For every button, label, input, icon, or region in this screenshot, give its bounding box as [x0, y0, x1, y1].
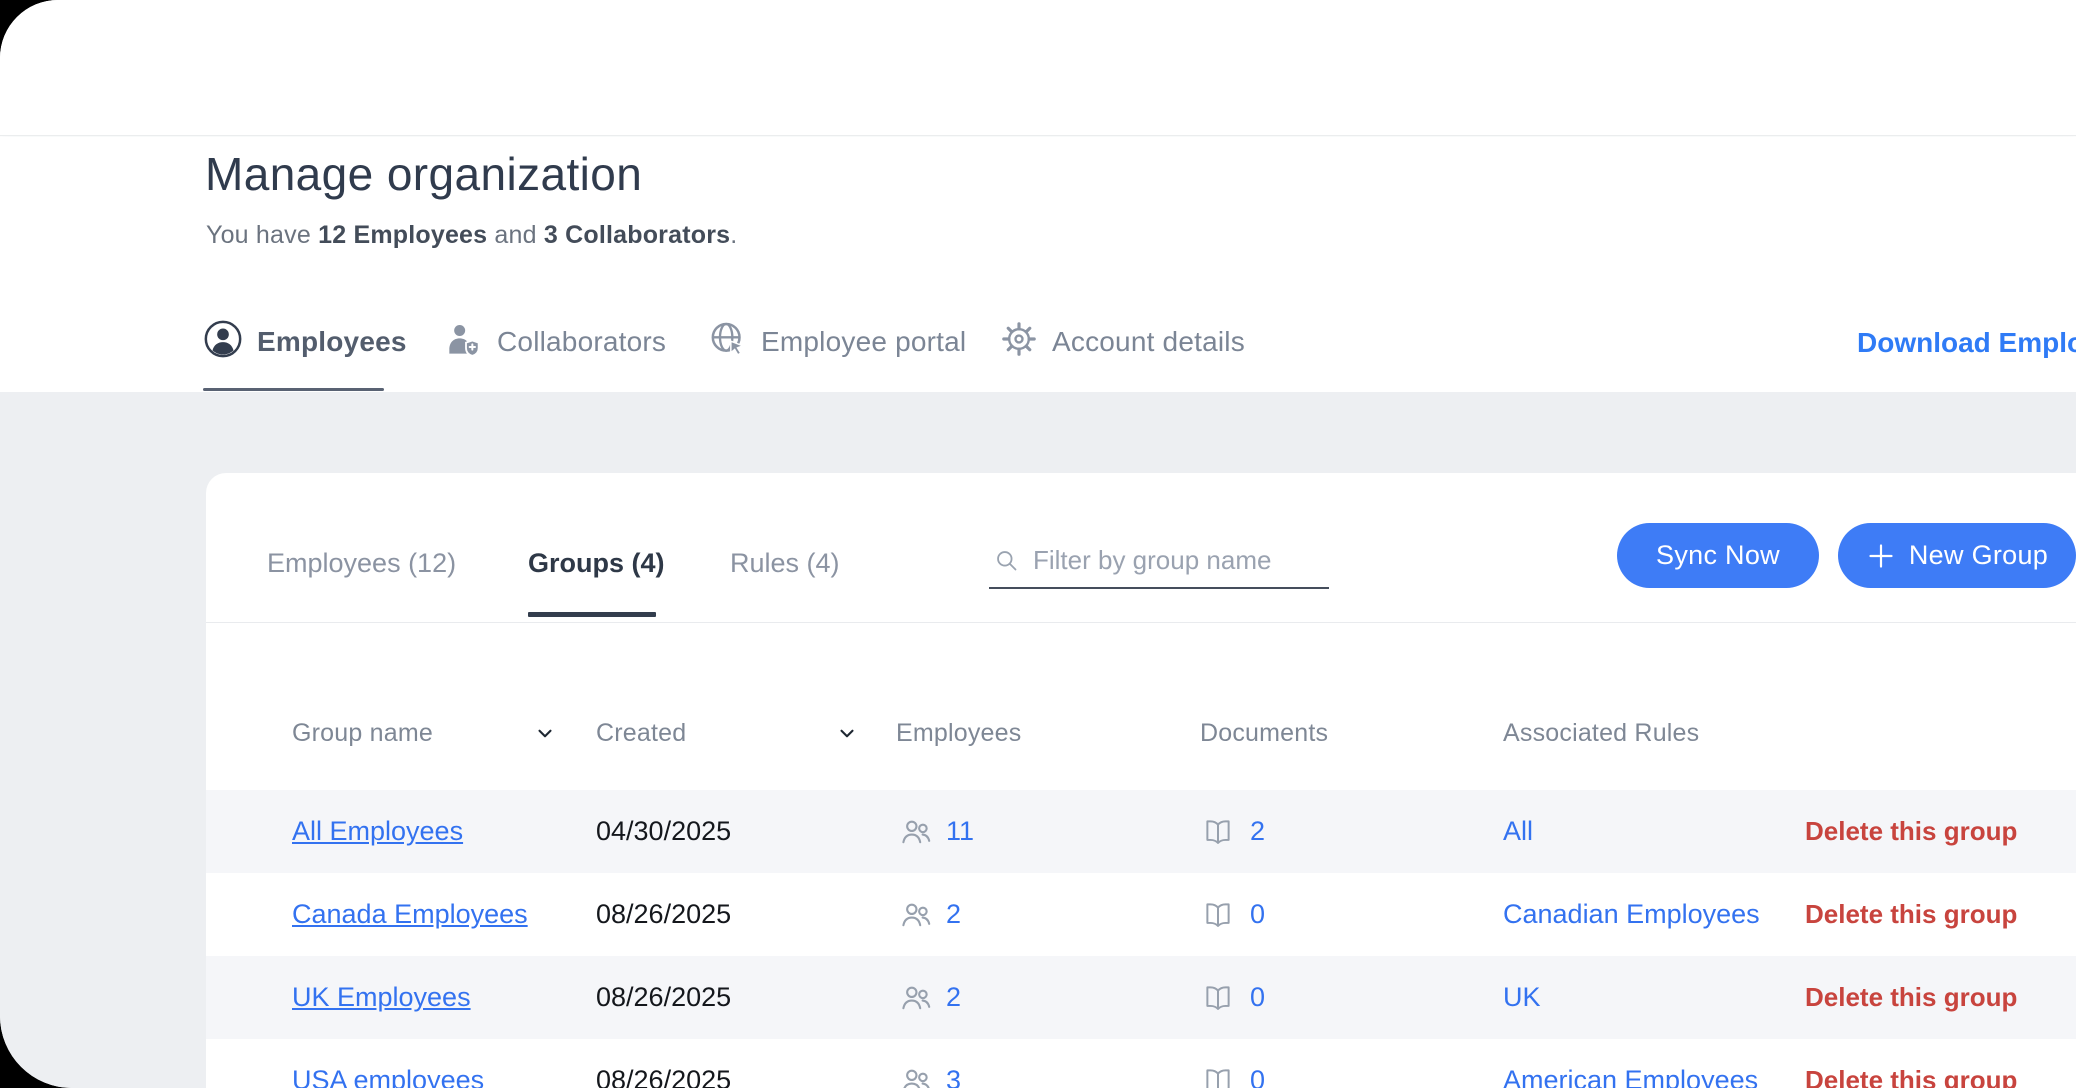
open-book-icon [1201, 956, 1235, 1039]
people-icon [898, 790, 934, 873]
delete-group-button[interactable]: Delete this group [1805, 790, 2017, 873]
plus-icon [1866, 541, 1896, 571]
filter-by-group-name-input[interactable] [1033, 533, 1329, 587]
people-icon [898, 1039, 934, 1088]
page-header: Manage organization You have 12 Employee… [0, 137, 2076, 392]
employees-count-text: 12 Employees [318, 221, 487, 249]
groups-card: Employees (12) Groups (4) Rules (4) Sync… [206, 473, 2076, 1088]
people-icon [898, 873, 934, 956]
tab-label: Collaborators [497, 326, 666, 358]
table-row: UK Employees 08/26/2025 2 [206, 956, 2076, 1039]
associated-rules-link[interactable]: All [1503, 790, 1533, 873]
groups-table: All Employees 04/30/2025 11 [206, 790, 2076, 1088]
search-icon [993, 547, 1020, 579]
delete-group-button[interactable]: Delete this group [1805, 873, 2017, 956]
created-date: 08/26/2025 [596, 956, 731, 1039]
page-title: Manage organization [205, 147, 642, 201]
delete-group-button[interactable]: Delete this group [1805, 956, 2017, 1039]
subtab-employees[interactable]: Employees (12) [267, 535, 456, 591]
tab-label: Employee portal [761, 326, 966, 358]
new-group-label: New Group [1909, 540, 2048, 571]
group-name-link[interactable]: USA employees [292, 1039, 484, 1088]
tab-account-details[interactable]: Account details [1000, 319, 1245, 365]
sync-now-label: Sync Now [1656, 540, 1780, 571]
header-group-name: Group name [292, 703, 433, 763]
download-employee-link[interactable]: Download Employee [1857, 327, 2076, 359]
created-date: 04/30/2025 [596, 790, 731, 873]
employees-count-link[interactable]: 2 [946, 956, 961, 1039]
documents-count-link[interactable]: 0 [1250, 1039, 1265, 1088]
tab-collaborators[interactable]: Collaborators [443, 319, 666, 365]
people-icon [898, 956, 934, 1039]
sort-group-name-icon[interactable] [534, 722, 556, 744]
page-subtitle: You have 12 Employees and 3 Collaborator… [206, 221, 737, 250]
table-row: Canada Employees 08/26/2025 2 [206, 873, 2076, 956]
created-date: 08/26/2025 [596, 1039, 731, 1088]
open-book-icon [1201, 1039, 1235, 1088]
group-name-link[interactable]: All Employees [292, 790, 463, 873]
group-name-link[interactable]: UK Employees [292, 956, 471, 1039]
person-shield-icon [443, 319, 483, 366]
active-tab-underline [203, 388, 384, 391]
header-associated-rules: Associated Rules [1503, 703, 1699, 763]
header-employees: Employees [896, 703, 1021, 763]
person-circle-icon [203, 319, 243, 366]
subtitle-suffix: . [730, 221, 737, 249]
sync-now-button[interactable]: Sync Now [1617, 523, 1819, 588]
table-header-row: Group name Created Employees Documents A… [206, 703, 2076, 763]
associated-rules-link[interactable]: Canadian Employees [1503, 873, 1760, 956]
open-book-icon [1201, 873, 1235, 956]
created-date: 08/26/2025 [596, 873, 731, 956]
open-book-icon [1201, 790, 1235, 873]
app-window: Manage organization You have 12 Employee… [0, 0, 2076, 1088]
active-subtab-underline [528, 612, 656, 617]
tab-label: Account details [1052, 326, 1245, 358]
header-created: Created [596, 703, 686, 763]
globe-cursor-icon [707, 319, 747, 366]
tab-employees[interactable]: Employees [203, 319, 407, 365]
subtab-rules[interactable]: Rules (4) [730, 535, 840, 591]
sort-created-icon[interactable] [836, 722, 858, 744]
tab-employee-portal[interactable]: Employee portal [707, 319, 966, 365]
collaborators-count-text: 3 Collaborators [544, 221, 730, 249]
documents-count-link[interactable]: 2 [1250, 790, 1265, 873]
documents-count-link[interactable]: 0 [1250, 873, 1265, 956]
group-filter-field [989, 533, 1329, 589]
employees-count-link[interactable]: 2 [946, 873, 961, 956]
documents-count-link[interactable]: 0 [1250, 956, 1265, 1039]
tab-label: Employees [257, 326, 407, 358]
employees-count-link[interactable]: 11 [946, 790, 974, 873]
header-documents: Documents [1200, 703, 1328, 763]
delete-group-button[interactable]: Delete this group [1805, 1039, 2017, 1088]
associated-rules-link[interactable]: American Employees [1503, 1039, 1758, 1088]
associated-rules-link[interactable]: UK [1503, 956, 1541, 1039]
subtab-groups[interactable]: Groups (4) [528, 535, 665, 591]
table-row: All Employees 04/30/2025 11 [206, 790, 2076, 873]
gear-icon [1000, 320, 1038, 365]
subtitle-prefix: You have [206, 221, 318, 249]
card-divider [206, 622, 2076, 623]
window-chrome-band [0, 0, 2076, 136]
group-name-link[interactable]: Canada Employees [292, 873, 528, 956]
new-group-button[interactable]: New Group [1838, 523, 2076, 588]
table-row: USA employees 08/26/2025 3 [206, 1039, 2076, 1088]
employees-count-link[interactable]: 3 [946, 1039, 961, 1088]
content-background: Employees (12) Groups (4) Rules (4) Sync… [0, 392, 2076, 1088]
subtitle-mid: and [487, 221, 544, 249]
